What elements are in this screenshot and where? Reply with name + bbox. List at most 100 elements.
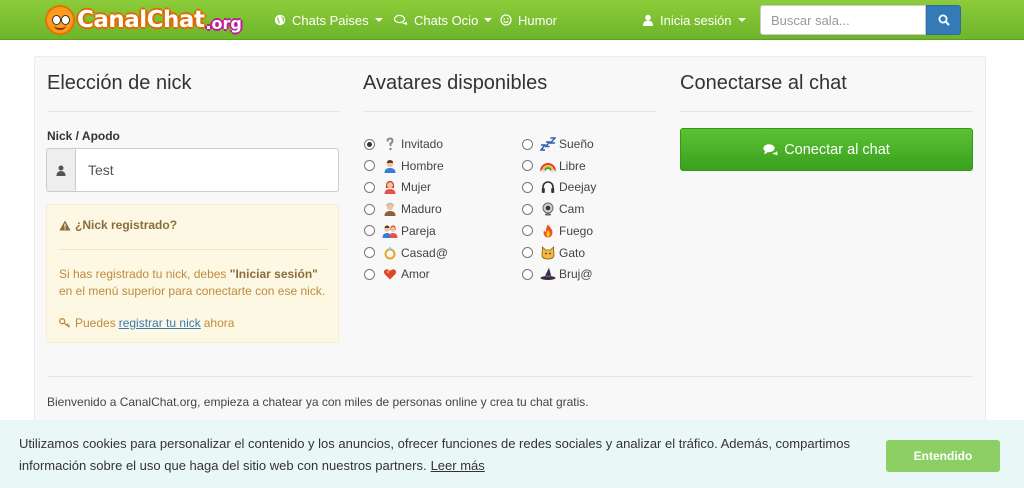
webcam-icon bbox=[540, 201, 556, 217]
rainbow-icon bbox=[540, 158, 556, 174]
avatar-radio[interactable] bbox=[522, 138, 533, 150]
cookie-read-more-link[interactable]: Leer más bbox=[431, 458, 485, 473]
caret-down-icon bbox=[374, 18, 383, 22]
zzz-icon bbox=[540, 136, 556, 152]
nick-field[interactable] bbox=[75, 148, 339, 192]
cat-icon bbox=[540, 245, 556, 261]
old-man-icon bbox=[382, 201, 398, 217]
register-prefix: Puedes bbox=[75, 316, 116, 330]
nick-addon bbox=[46, 148, 76, 192]
avatar-radio[interactable] bbox=[364, 247, 375, 258]
avatar-radio[interactable] bbox=[364, 268, 375, 280]
avatar-radio[interactable] bbox=[364, 203, 375, 215]
cookie-accept-button[interactable]: Entendido bbox=[886, 440, 1000, 472]
avatar-radio[interactable] bbox=[522, 247, 533, 258]
alert-title-text: ¿Nick registrado? bbox=[75, 218, 178, 232]
avatar-radio[interactable] bbox=[364, 181, 375, 193]
connect-button[interactable]: Conectar al chat bbox=[680, 128, 973, 171]
avatar-radio[interactable] bbox=[522, 268, 533, 280]
avatar-option-sueo[interactable]: Sueño bbox=[522, 134, 594, 154]
alert-title: ¿Nick registrado? bbox=[59, 218, 177, 232]
couple-icon bbox=[382, 223, 398, 239]
avatar-label: Cam bbox=[559, 202, 585, 217]
nav-humor-label: Humor bbox=[518, 12, 558, 28]
caret-down-icon bbox=[484, 18, 493, 22]
avatar-radio[interactable] bbox=[522, 203, 533, 215]
avatar-option-gato[interactable]: Gato bbox=[522, 243, 585, 263]
ring-icon bbox=[382, 245, 398, 261]
registered-nick-alert: ¿Nick registrado? Si has registrado tu n… bbox=[46, 204, 339, 343]
avatar-label: Hombre bbox=[401, 158, 444, 173]
search-input[interactable] bbox=[760, 5, 926, 35]
avatar-label: Deejay bbox=[559, 180, 597, 195]
nick-input-group bbox=[46, 148, 339, 192]
avatar-option-mujer[interactable]: Mujer bbox=[364, 177, 431, 197]
avatar-option-hombre[interactable]: Hombre bbox=[364, 156, 444, 176]
smiley-logo-icon bbox=[45, 5, 75, 35]
nav-chats-ocio[interactable]: Chats Ocio bbox=[394, 0, 493, 40]
logo-tld: .org bbox=[205, 13, 242, 33]
question-icon bbox=[382, 136, 398, 152]
woman-icon bbox=[382, 179, 398, 195]
avatar-label: Libre bbox=[559, 158, 586, 173]
avatar-option-libre[interactable]: Libre bbox=[522, 156, 586, 176]
avatar-label: Sueño bbox=[559, 137, 594, 151]
heart-icon bbox=[382, 266, 398, 282]
chat-bubbles-icon bbox=[394, 14, 408, 25]
avatar-label: Maduro bbox=[401, 202, 442, 217]
avatar-radio[interactable] bbox=[522, 181, 533, 193]
avatar-radio[interactable] bbox=[364, 225, 375, 237]
avatar-option-pareja[interactable]: Pareja bbox=[364, 221, 436, 241]
register-row: Puedes registrar tu nick ahora bbox=[59, 316, 234, 330]
avatar-radio[interactable] bbox=[364, 160, 375, 172]
welcome-text: Bienvenido a CanalChat.org, empieza a ch… bbox=[47, 395, 589, 409]
nav-chats-paises[interactable]: Chats Paises bbox=[274, 0, 383, 40]
avatar-option-bruj[interactable]: Bruj@ bbox=[522, 264, 593, 284]
smile-icon bbox=[500, 14, 512, 26]
avatar-option-casad[interactable]: Casad@ bbox=[364, 243, 448, 263]
avatar-option-fuego[interactable]: Fuego bbox=[522, 221, 593, 241]
avatar-label: Pareja bbox=[401, 223, 436, 238]
divider bbox=[47, 376, 973, 377]
avatar-label: Bruj@ bbox=[559, 267, 593, 282]
avatar-radio[interactable] bbox=[522, 160, 533, 172]
avatar-label: Invitado bbox=[401, 137, 444, 151]
connect-section-title: Conectarse al chat bbox=[680, 72, 847, 94]
fire-icon bbox=[540, 223, 556, 239]
user-icon bbox=[643, 14, 653, 26]
cookie-banner: Utilizamos cookies para personalizar el … bbox=[0, 420, 1024, 488]
avatar-option-cam[interactable]: Cam bbox=[522, 199, 584, 219]
alert-text-bold: "Iniciar sesión" bbox=[229, 267, 318, 281]
nav-humor[interactable]: Humor bbox=[500, 0, 557, 40]
alert-text-before: Si has registrado tu nick, debes bbox=[59, 267, 230, 281]
avatar-radio[interactable] bbox=[364, 138, 375, 150]
avatar-option-invitado[interactable]: Invitado bbox=[364, 134, 443, 154]
nav-chats-paises-label: Chats Paises bbox=[292, 12, 369, 28]
witch-hat-icon bbox=[540, 266, 556, 282]
site-logo[interactable]: CanalChat .org bbox=[45, 2, 242, 38]
avatar-option-amor[interactable]: Amor bbox=[364, 264, 430, 284]
divider bbox=[680, 111, 973, 112]
avatar-label: Fuego bbox=[559, 223, 594, 238]
nav-login-label: Inicia sesión bbox=[660, 12, 732, 28]
divider bbox=[47, 111, 339, 112]
avatar-label: Gato bbox=[559, 245, 586, 260]
avatar-option-deejay[interactable]: Deejay bbox=[522, 177, 596, 197]
nav-login[interactable]: Inicia sesión bbox=[642, 0, 746, 40]
top-navbar: CanalChat .org Chats Paises Chats Ocio H… bbox=[0, 0, 1024, 40]
register-nick-link[interactable]: registrar tu nick bbox=[119, 316, 201, 330]
register-suffix: ahora bbox=[203, 316, 235, 330]
search-icon bbox=[938, 14, 950, 26]
avatar-label: Amor bbox=[401, 267, 430, 282]
avatar-radio[interactable] bbox=[522, 225, 533, 237]
search-button[interactable] bbox=[926, 5, 961, 35]
nick-section-title: Elección de nick bbox=[47, 72, 192, 94]
globe-icon bbox=[274, 14, 286, 26]
avatars-section-title: Avatares disponibles bbox=[363, 72, 548, 94]
avatar-label: Mujer bbox=[401, 180, 432, 195]
avatar-option-maduro[interactable]: Maduro bbox=[364, 199, 442, 219]
nick-label: Nick / Apodo bbox=[47, 129, 120, 143]
alert-text-after: en el menú superior para conectarte con … bbox=[59, 284, 326, 298]
alert-text: Si has registrado tu nick, debes "Inicia… bbox=[59, 266, 331, 300]
user-icon bbox=[56, 165, 66, 176]
